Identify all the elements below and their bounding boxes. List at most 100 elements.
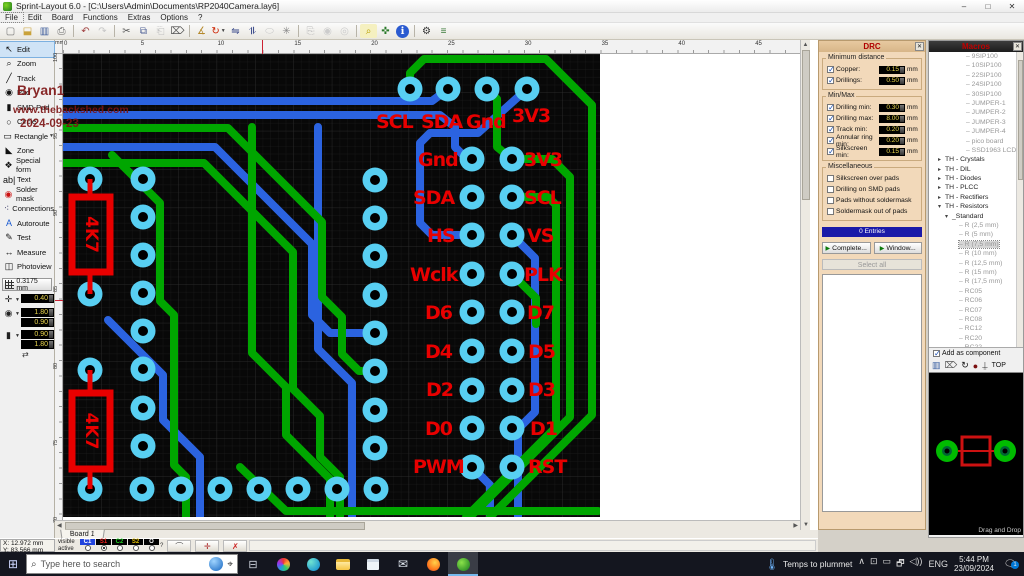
macro-preview[interactable]: Drag and Drop (929, 372, 1023, 535)
active-layer-radio-c1[interactable] (85, 545, 91, 551)
drc-title-bar[interactable]: DRC ✕ (819, 41, 925, 52)
tool-connections[interactable]: ⁖Connections (0, 202, 54, 217)
drc-select-all-button[interactable]: Select all (822, 259, 922, 270)
pad[interactable] (363, 359, 388, 384)
drc-value-field[interactable]: 0.30 (879, 104, 905, 112)
measure-angle-icon[interactable]: ∡ (193, 24, 210, 38)
drc-checkbox[interactable] (827, 66, 834, 73)
dropdown-arrow-icon[interactable]: ▼ (15, 333, 20, 339)
minimize-button[interactable]: – (952, 0, 976, 13)
size-value-field[interactable]: 1.80 (21, 340, 54, 349)
pad[interactable] (500, 339, 525, 364)
drc-value-field[interactable]: 0.20 (879, 137, 905, 145)
store-icon[interactable] (358, 552, 388, 576)
dropdown-arrow-icon[interactable]: ▼ (15, 311, 20, 317)
rotate-icon[interactable]: ↻▼ (210, 24, 227, 38)
start-button[interactable]: ⊞ (0, 557, 26, 571)
drc-checkbox[interactable] (827, 137, 834, 144)
dropdown-arrow-icon[interactable]: ▼ (221, 28, 226, 34)
drc-value-field[interactable]: 0.20 (879, 126, 905, 134)
macro-item[interactable]: – R (12,5 mm) (929, 259, 1023, 268)
language-indicator[interactable]: ENG (928, 559, 948, 569)
pad[interactable] (130, 477, 155, 502)
macro-item[interactable]: – 9SIP100 (929, 52, 1023, 61)
pad[interactable] (460, 185, 485, 210)
tree-toggle-icon[interactable]: ▾ (945, 213, 952, 222)
undo-icon[interactable]: ↶ (77, 24, 94, 38)
mirror-horizontal-icon[interactable]: ⇋ (227, 24, 244, 38)
pad[interactable] (131, 281, 156, 306)
drc-checkbox[interactable] (827, 148, 834, 155)
weather-widget[interactable]: 🌡 Temps to plummet (765, 558, 852, 571)
menu-file[interactable]: File (0, 13, 23, 22)
pad[interactable] (500, 416, 525, 441)
pad[interactable] (460, 223, 485, 248)
macros-title-bar[interactable]: Macros ✕ (929, 41, 1023, 52)
size-value-field[interactable]: 0.90 (21, 318, 54, 327)
pad[interactable] (500, 147, 525, 172)
macro-item[interactable]: – 24SIP100 (929, 80, 1023, 89)
zoom-all-icon[interactable]: ⌕ (360, 24, 377, 38)
pad[interactable] (363, 321, 388, 346)
delete-icon[interactable]: ⌦ (169, 24, 186, 38)
drc-close-icon[interactable]: ✕ (915, 42, 924, 51)
drc-checkbox[interactable] (827, 175, 834, 182)
vertical-scrollbar[interactable]: ▲ ▼ (800, 40, 810, 530)
pad[interactable] (500, 300, 525, 325)
footprint-icon[interactable]: ≡ (435, 24, 452, 38)
pad[interactable] (500, 378, 525, 403)
pad[interactable] (500, 185, 525, 210)
drc-window-button[interactable]: ▶Window... (874, 242, 923, 254)
add-as-component-checkbox[interactable] (933, 350, 940, 357)
grid-button[interactable]: 0.3175 mm (2, 278, 52, 291)
macro-item[interactable]: – 30SIP100 (929, 90, 1023, 99)
pad[interactable] (131, 434, 156, 459)
menu-board[interactable]: Board (47, 13, 78, 22)
layer-top-icon[interactable]: ⍊ (982, 360, 987, 371)
drc-value-field[interactable]: 8.00 (879, 115, 905, 123)
vscroll-thumb[interactable] (802, 50, 810, 200)
size-value-field[interactable]: 0.40 (21, 294, 54, 303)
tray-icon[interactable]: ⊡ (870, 556, 878, 572)
drc-checkbox[interactable] (827, 77, 834, 84)
lock-icon[interactable]: ◉ (319, 24, 336, 38)
macro-item[interactable]: – R (10 mm) (929, 249, 1023, 258)
unlock-icon[interactable]: ◎ (336, 24, 353, 38)
size-value-field[interactable]: 1.80 (21, 308, 54, 317)
cut-icon[interactable]: ✂ (118, 24, 135, 38)
taskbar-search[interactable]: ⌕ Type here to search ⌖ (26, 554, 238, 574)
rotate-macro-icon[interactable]: ↻ (961, 360, 969, 371)
pad[interactable] (515, 77, 540, 102)
firefox-icon[interactable] (418, 552, 448, 576)
hscroll-thumb[interactable] (65, 522, 365, 530)
macro-item[interactable]: – R (5 mm) (929, 230, 1023, 239)
macro-item-selected[interactable]: – R (7,5 mm) (929, 240, 1023, 249)
mail-icon[interactable]: ✉ (388, 552, 418, 576)
snap-icon[interactable]: ✜ (377, 24, 394, 38)
macro-item[interactable]: – RC20 (929, 334, 1023, 343)
drc-checkbox[interactable] (827, 126, 834, 133)
pad[interactable] (169, 477, 194, 502)
edge-icon[interactable] (298, 552, 328, 576)
menu-help[interactable]: ? (193, 13, 207, 22)
macro-tree-scrollbar[interactable] (1016, 52, 1023, 347)
dropdown-arrow-icon[interactable]: ▼ (15, 297, 20, 303)
save-macro-icon[interactable]: ▥ (932, 360, 941, 371)
pad[interactable] (208, 477, 233, 502)
drc-value-field[interactable]: 0.15 (879, 66, 905, 74)
macro-subgroup[interactable]: ▾_Standard (929, 212, 1023, 221)
macros-close-icon[interactable]: ✕ (1013, 42, 1022, 51)
pad[interactable] (131, 357, 156, 382)
drc-checkbox[interactable] (827, 186, 834, 193)
pad[interactable] (131, 243, 156, 268)
maximize-button[interactable]: □ (976, 0, 1000, 13)
pad[interactable] (363, 206, 388, 231)
macro-item[interactable]: – RC05 (929, 287, 1023, 296)
pcb-editor[interactable]: 4K74K7SCLSDAGnd3V3Gnd3V3SDASCLHSVSWclkPL… (63, 54, 600, 517)
pad[interactable] (500, 223, 525, 248)
macro-group[interactable]: ▸TH - PLCC (929, 183, 1023, 192)
save-file-icon[interactable]: ▥ (36, 24, 53, 38)
macro-item[interactable]: – JUMPER-3 (929, 118, 1023, 127)
pad[interactable] (247, 477, 272, 502)
macro-group[interactable]: ▸TH - Crystals (929, 155, 1023, 164)
